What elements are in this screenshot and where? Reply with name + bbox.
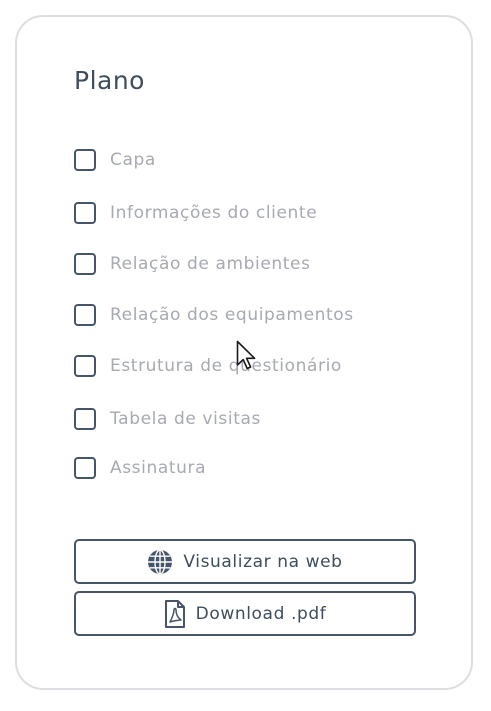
option-label: Assinatura bbox=[110, 458, 207, 478]
option-capa[interactable]: Capa bbox=[74, 147, 156, 173]
download-pdf-button[interactable]: Download .pdf bbox=[74, 591, 416, 636]
panel-title: Plano bbox=[74, 66, 145, 95]
option-label: Informações do cliente bbox=[110, 203, 318, 223]
view-on-web-label: Visualizar na web bbox=[183, 551, 343, 572]
download-pdf-label: Download .pdf bbox=[195, 603, 327, 624]
checkbox[interactable] bbox=[74, 202, 96, 224]
option-label: Capa bbox=[110, 150, 156, 170]
option-assinatura[interactable]: Assinatura bbox=[74, 455, 206, 481]
checkbox[interactable] bbox=[74, 408, 96, 430]
option-label: Tabela de visitas bbox=[110, 409, 261, 429]
checkbox[interactable] bbox=[74, 355, 96, 377]
pdf-file-icon bbox=[164, 599, 186, 628]
checkbox[interactable] bbox=[74, 253, 96, 275]
option-tabela-visitas[interactable]: Tabela de visitas bbox=[74, 406, 261, 432]
option-label: Relação dos equipamentos bbox=[110, 305, 354, 325]
option-relacao-ambientes[interactable]: Relação de ambientes bbox=[74, 251, 311, 277]
option-relacao-equipamentos[interactable]: Relação dos equipamentos bbox=[74, 302, 354, 328]
option-informacoes-cliente[interactable]: Informações do cliente bbox=[74, 200, 317, 226]
globe-icon bbox=[147, 548, 173, 575]
option-label: Relação de ambientes bbox=[110, 254, 311, 274]
view-on-web-button[interactable]: Visualizar na web bbox=[74, 539, 416, 584]
option-estrutura-questionario[interactable]: Estrutura de questionário bbox=[74, 353, 342, 379]
checkbox[interactable] bbox=[74, 457, 96, 479]
checkbox[interactable] bbox=[74, 149, 96, 171]
checkbox[interactable] bbox=[74, 304, 96, 326]
option-label: Estrutura de questionário bbox=[110, 356, 342, 376]
